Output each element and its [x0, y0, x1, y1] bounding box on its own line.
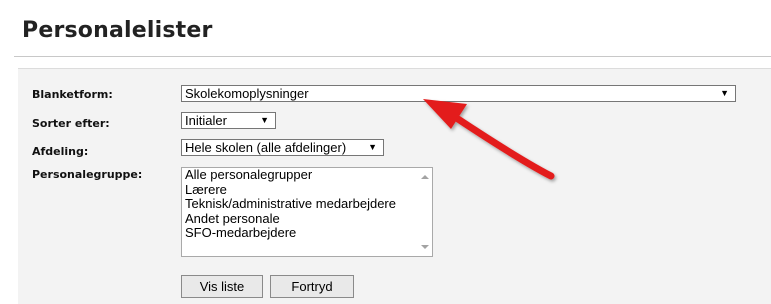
red-arrow-icon	[423, 99, 555, 180]
